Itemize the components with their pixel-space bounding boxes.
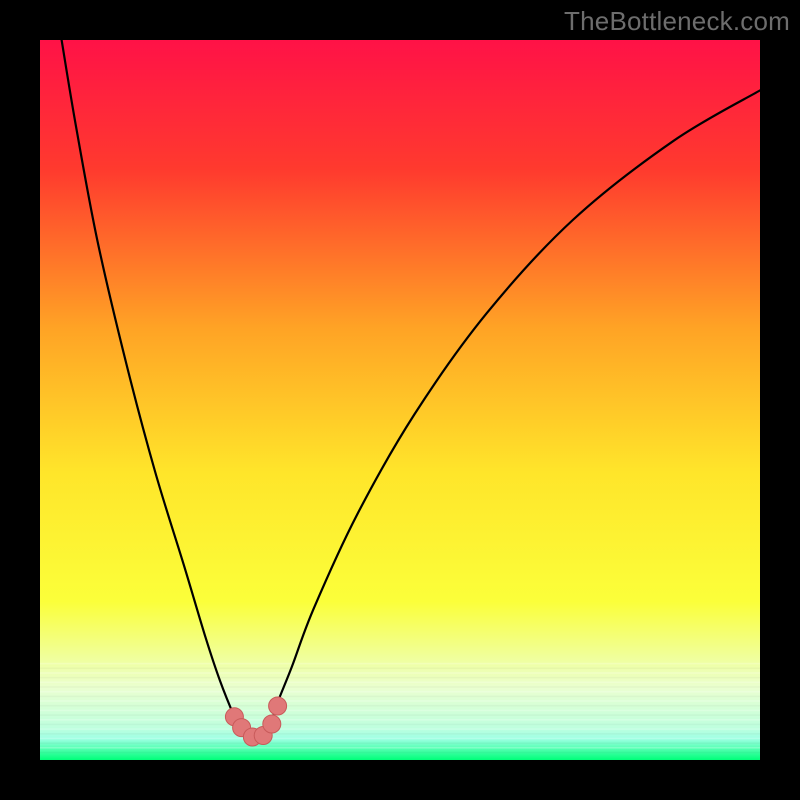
curve-marker <box>269 697 287 715</box>
chart-svg <box>40 40 760 760</box>
gradient-background <box>40 40 760 760</box>
watermark-text: TheBottleneck.com <box>564 6 790 37</box>
plot-area <box>40 40 760 760</box>
curve-marker <box>263 715 281 733</box>
chart-frame: TheBottleneck.com <box>0 0 800 800</box>
